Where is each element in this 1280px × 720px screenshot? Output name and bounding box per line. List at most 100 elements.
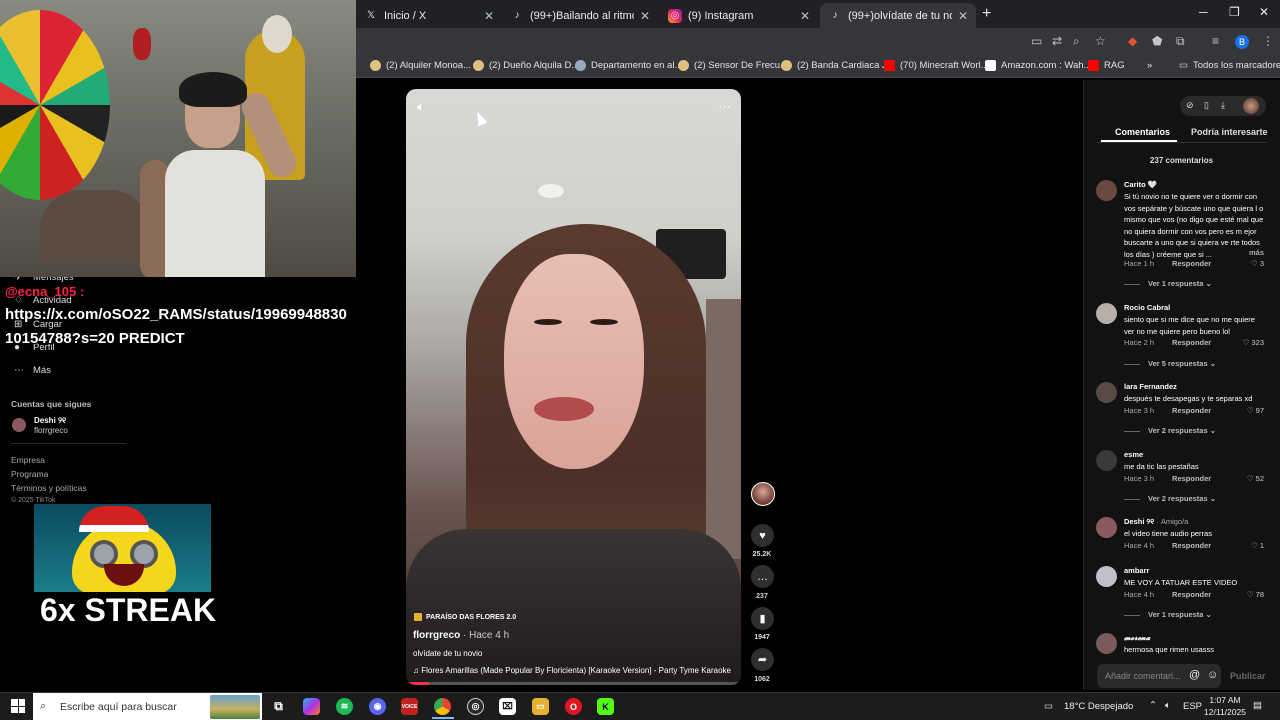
comment-author[interactable]: lara Fernandez: [1124, 382, 1177, 391]
mention-icon[interactable]: @: [1189, 669, 1200, 681]
see-more-link[interactable]: más: [1249, 248, 1264, 257]
tab-tiktok-bailando[interactable]: ♪ (99+)Bailando al ritmo de un gr ✕: [502, 3, 658, 28]
install-icon[interactable]: ▭: [1031, 34, 1042, 48]
avatar[interactable]: [1096, 450, 1117, 471]
avatar[interactable]: [1096, 303, 1117, 324]
chrome-icon[interactable]: [434, 698, 451, 715]
view-replies[interactable]: Ver 1 respuesta ⌄: [1124, 279, 1212, 288]
video-author[interactable]: florrgreco · Hace 4 h: [413, 630, 509, 641]
spotify-icon[interactable]: ≋: [336, 698, 353, 715]
reply-button[interactable]: Responder: [1172, 338, 1211, 347]
zoom-icon[interactable]: ⌕: [1073, 34, 1080, 49]
volume-tray-icon[interactable]: 🔈︎: [1165, 700, 1171, 711]
view-replies[interactable]: Ver 5 respuestas ⌄: [1124, 359, 1216, 368]
extension-shield-icon[interactable]: ⬟: [1152, 34, 1162, 48]
bookmark-item[interactable]: (2) Alquiler Monoa...: [370, 60, 471, 71]
bookmark-item[interactable]: Departamento en al...: [575, 60, 682, 71]
new-tab-plus-icon[interactable]: +: [982, 5, 991, 23]
comment-input[interactable]: Añadir comentari...: [1105, 671, 1181, 681]
nav-mas[interactable]: ⋯ Más: [14, 365, 51, 376]
comment-like[interactable]: ♡ 323: [1243, 338, 1264, 347]
bookmark-item[interactable]: (2) Sensor De Frecu...: [678, 60, 788, 71]
weather-icon[interactable]: ▭: [1044, 701, 1053, 712]
profile-avatar[interactable]: B: [1235, 35, 1249, 49]
view-replies[interactable]: Ver 1 respuesta ⌄: [1124, 610, 1212, 619]
bookmark-item[interactable]: RAG: [1088, 60, 1125, 71]
emoji-icon[interactable]: ☺: [1207, 669, 1218, 681]
avatar[interactable]: [1096, 566, 1117, 587]
discord-icon[interactable]: ◉: [369, 698, 386, 715]
video-player[interactable]: 🔈︎ ⋯ PARAÍSO DAS FLORES 2.0 florrgreco ·…: [406, 89, 741, 685]
publish-button[interactable]: Publicar: [1230, 671, 1266, 681]
opera-icon[interactable]: O: [565, 698, 582, 715]
close-tab-icon[interactable]: ✕: [958, 9, 968, 23]
weather-text[interactable]: 18°C Despejado: [1064, 701, 1133, 712]
notifications-icon[interactable]: ▤: [1253, 700, 1262, 711]
avatar[interactable]: [1096, 180, 1117, 201]
reply-button[interactable]: Responder: [1172, 541, 1211, 550]
copilot-icon[interactable]: [303, 698, 320, 715]
extensions-puzzle-icon[interactable]: ⧉: [1176, 34, 1185, 49]
bookmark-item[interactable]: Amazon.com : Wah...: [985, 60, 1091, 71]
music-tag[interactable]: PARAÍSO DAS FLORES 2.0: [414, 613, 516, 621]
bookmark-item[interactable]: (2) Dueño Alquila D...: [473, 60, 579, 71]
avatar[interactable]: [1096, 382, 1117, 403]
obs-icon[interactable]: ◎: [467, 698, 484, 715]
video-progress-bar[interactable]: [406, 682, 741, 685]
media-control-icon[interactable]: ≡: [1212, 34, 1219, 48]
star-icon[interactable]: ☆: [1095, 34, 1106, 48]
task-view-icon[interactable]: ⧉: [270, 698, 287, 715]
footer-link[interactable]: Empresa: [11, 455, 45, 465]
footer-link[interactable]: Términos y políticas: [11, 483, 87, 493]
kick-icon[interactable]: K: [597, 698, 614, 715]
all-bookmarks[interactable]: ▭ Todos los marcadores: [1179, 60, 1280, 71]
comment-author[interactable]: 𝓶𝓸𝓻𝓮𝓷𝓪: [1124, 633, 1150, 643]
bookmark-item[interactable]: (70) Minecraft Worl...: [884, 60, 989, 71]
view-replies[interactable]: Ver 2 respuestas ⌄: [1124, 426, 1216, 435]
my-avatar[interactable]: [1243, 98, 1259, 114]
restore-icon[interactable]: ❐: [1229, 5, 1240, 19]
download-icon[interactable]: ⤓: [1221, 100, 1225, 111]
comment-button[interactable]: …: [751, 565, 774, 588]
close-tab-icon[interactable]: ✕: [640, 9, 650, 23]
footer-link[interactable]: Programa: [11, 469, 48, 479]
taskbar-clock[interactable]: 1:07 AM 12/11/2025: [1200, 694, 1250, 718]
phone-icon[interactable]: ▯: [1204, 100, 1209, 111]
voicemeeter-icon[interactable]: VOICE: [401, 698, 418, 715]
comment-author[interactable]: Carito 🤍: [1124, 180, 1157, 189]
kebab-menu-icon[interactable]: ⋮: [1262, 34, 1274, 48]
view-replies[interactable]: Ver 2 respuestas ⌄: [1124, 494, 1216, 503]
reply-button[interactable]: Responder: [1172, 474, 1211, 483]
bookmark-item[interactable]: (2) Banda Cardiaca J...: [781, 60, 895, 71]
reply-button[interactable]: Responder: [1172, 259, 1211, 268]
like-button[interactable]: ♥: [751, 524, 774, 547]
extension-fox-icon[interactable]: ◆: [1128, 34, 1137, 48]
volume-icon[interactable]: 🔈︎: [417, 99, 425, 115]
tab-instagram[interactable]: ◎ (9) Instagram ✕: [660, 3, 818, 28]
reply-button[interactable]: Responder: [1172, 406, 1211, 415]
comment-like[interactable]: ♡ 3: [1251, 259, 1264, 268]
compass-icon[interactable]: ⊘: [1186, 100, 1194, 111]
avatar[interactable]: [1096, 517, 1117, 538]
close-tab-icon[interactable]: ✕: [800, 9, 810, 23]
windows-start-icon[interactable]: [11, 699, 25, 713]
capcut-icon[interactable]: ⌧: [499, 698, 516, 715]
avatar[interactable]: [1096, 633, 1117, 654]
close-tab-icon[interactable]: ✕: [484, 9, 494, 23]
comment-author[interactable]: esme: [1124, 450, 1143, 459]
comment-author[interactable]: ambarr: [1124, 566, 1149, 575]
search-highlight-image[interactable]: [210, 695, 260, 719]
minimize-icon[interactable]: ─: [1199, 5, 1208, 19]
tray-chevron-icon[interactable]: ⌃: [1149, 700, 1157, 711]
reply-button[interactable]: Responder: [1172, 590, 1211, 599]
tab-comentarios[interactable]: Comentarios: [1115, 127, 1170, 137]
tab-podria-interesarte[interactable]: Podría interesarte: [1191, 127, 1268, 137]
tab-x[interactable]: 𝕏 Inicio / X ✕: [356, 3, 502, 28]
comment-like[interactable]: ♡ 97: [1247, 406, 1264, 415]
share-button[interactable]: ➦: [751, 648, 774, 671]
close-window-icon[interactable]: ✕: [1259, 5, 1269, 19]
creator-avatar[interactable]: [751, 482, 775, 506]
video-song[interactable]: ♫ Flores Amarillas (Made Popular By Flor…: [413, 666, 731, 675]
file-explorer-icon[interactable]: ▭: [532, 698, 549, 715]
comment-like[interactable]: ♡ 52: [1247, 474, 1264, 483]
